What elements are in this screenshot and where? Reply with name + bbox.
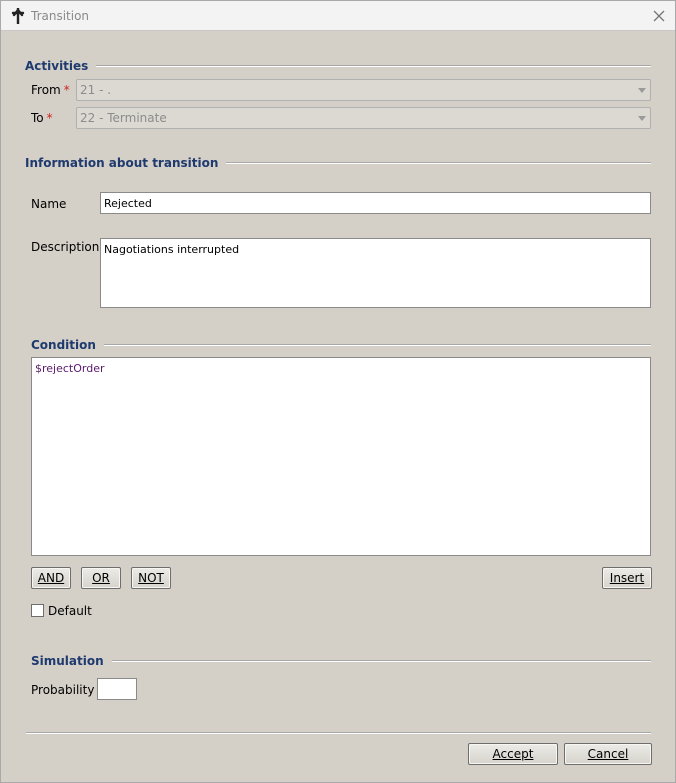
info-header-text: Information about transition xyxy=(25,156,219,170)
accept-button[interactable]: Accept xyxy=(468,743,558,765)
insert-button[interactable]: Insert xyxy=(602,567,652,589)
footer-divider xyxy=(26,732,651,734)
condition-editor[interactable]: $rejectOrder xyxy=(31,357,651,556)
app-icon xyxy=(11,8,25,24)
chevron-down-icon xyxy=(638,116,646,121)
from-label: From * xyxy=(31,83,70,97)
info-header: Information about transition xyxy=(25,156,651,170)
to-required-mark: * xyxy=(46,111,53,125)
condition-header-line xyxy=(103,344,651,346)
from-select-value: 21 - . xyxy=(80,83,112,97)
condition-expression: $rejectOrder xyxy=(35,362,105,375)
window-title: Transition xyxy=(31,9,90,23)
simulation-header: Simulation xyxy=(31,654,651,668)
probability-label: Probability xyxy=(31,683,95,697)
activities-header-text: Activities xyxy=(25,59,89,73)
probability-input[interactable] xyxy=(97,678,137,700)
from-select[interactable]: 21 - . xyxy=(76,79,651,101)
name-input[interactable]: Rejected xyxy=(100,192,651,214)
condition-header-text: Condition xyxy=(31,338,96,352)
default-checkbox[interactable] xyxy=(31,604,44,617)
from-required-mark: * xyxy=(63,83,70,97)
description-textarea[interactable]: Nagotiations interrupted xyxy=(100,238,651,308)
activities-header-line xyxy=(96,65,651,67)
to-label: To * xyxy=(31,111,53,125)
simulation-header-line xyxy=(111,660,651,662)
to-select-value: 22 - Terminate xyxy=(80,111,167,125)
transition-dialog: Transition Activities From * 21 - . To * 2… xyxy=(0,0,676,783)
condition-header: Condition xyxy=(31,338,651,352)
cancel-button[interactable]: Cancel xyxy=(564,743,652,765)
name-label: Name xyxy=(31,197,67,211)
activities-header: Activities xyxy=(25,59,651,73)
chevron-down-icon xyxy=(638,88,646,93)
default-label: Default xyxy=(48,604,92,618)
and-button[interactable]: AND xyxy=(31,567,71,589)
to-select[interactable]: 22 - Terminate xyxy=(76,107,651,129)
title-bar: Transition xyxy=(1,1,675,31)
from-label-text: From xyxy=(31,83,61,97)
description-label: Description xyxy=(31,240,100,254)
not-button[interactable]: NOT xyxy=(131,567,171,589)
close-icon[interactable] xyxy=(651,8,667,24)
to-label-text: To xyxy=(31,111,44,125)
or-button[interactable]: OR xyxy=(81,567,121,589)
simulation-header-text: Simulation xyxy=(31,654,104,668)
info-header-line xyxy=(226,162,651,164)
